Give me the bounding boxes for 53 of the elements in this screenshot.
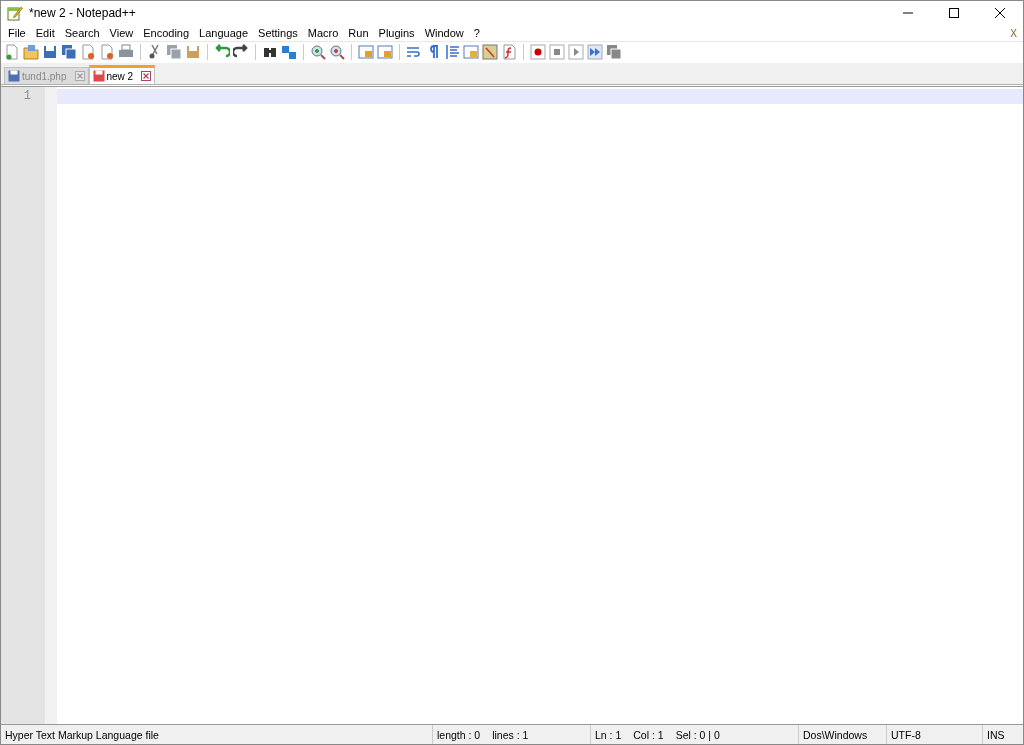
undo-icon[interactable] [214, 44, 230, 60]
lines-label: lines : 1 [492, 728, 529, 741]
close-tab-icon[interactable] [74, 71, 85, 81]
open-folder-icon[interactable] [23, 44, 39, 60]
sync-horizontal-icon[interactable] [377, 44, 393, 60]
menu-item[interactable]: Settings [253, 27, 303, 39]
redo-icon[interactable] [233, 44, 249, 60]
close-file-icon[interactable] [80, 44, 96, 60]
document-map-icon[interactable] [482, 44, 498, 60]
fast-forward-icon[interactable] [587, 44, 603, 60]
line-position-label: Ln : 1 [595, 728, 622, 741]
stop-icon[interactable] [549, 44, 565, 60]
play-icon[interactable] [568, 44, 584, 60]
save-all-icon[interactable] [61, 44, 77, 60]
zoom-in-icon[interactable] [310, 44, 326, 60]
window-title: *new 2 - Notepad++ [29, 6, 136, 20]
encoding-label: UTF-8 [891, 728, 921, 741]
menu-item[interactable]: Language [194, 27, 254, 39]
menu-item[interactable]: Encoding [138, 27, 195, 39]
folder-panel-icon[interactable] [463, 44, 479, 60]
length-label: length : 0 [437, 728, 481, 741]
menu-item[interactable]: Plugins [373, 27, 420, 39]
new-file-icon[interactable] [4, 44, 20, 60]
insert-mode-label: INS [987, 728, 1005, 741]
selection-label: Sel : 0 | 0 [675, 728, 720, 741]
maximize-icon[interactable] [949, 8, 959, 18]
sync-vertical-icon[interactable] [358, 44, 374, 60]
menu-item[interactable]: Search [59, 27, 105, 39]
menu-item[interactable]: Run [343, 27, 374, 39]
close-document-button[interactable]: X [1010, 27, 1017, 39]
zoom-out-icon[interactable] [329, 44, 345, 60]
menu-item[interactable]: Edit [30, 27, 60, 39]
record-icon[interactable] [530, 44, 546, 60]
function-list-icon[interactable] [501, 44, 517, 60]
close-tab-icon[interactable] [141, 71, 152, 81]
save-macro-icon[interactable] [606, 44, 622, 60]
menu-item[interactable]: Macro [302, 27, 344, 39]
line-ending-label: Dos\Windows [803, 728, 868, 741]
indent-guide-icon[interactable] [444, 44, 460, 60]
menu-item[interactable]: ? [468, 27, 485, 39]
print-icon[interactable] [118, 44, 134, 60]
file-type-label: Hyper Text Markup Language file [5, 728, 159, 741]
save-icon[interactable] [42, 44, 58, 60]
close-icon[interactable] [995, 8, 1005, 18]
close-all-icon[interactable] [99, 44, 115, 60]
menu-item[interactable]: View [104, 27, 139, 39]
word-wrap-icon[interactable] [406, 44, 422, 60]
document-tab[interactable]: new 2 [88, 65, 156, 84]
column-label: Col : 1 [633, 728, 664, 741]
notepad-icon [7, 5, 23, 21]
line-number: 1 [23, 89, 31, 103]
menu-item[interactable]: Window [419, 27, 469, 39]
menu-item[interactable]: File [3, 27, 31, 39]
